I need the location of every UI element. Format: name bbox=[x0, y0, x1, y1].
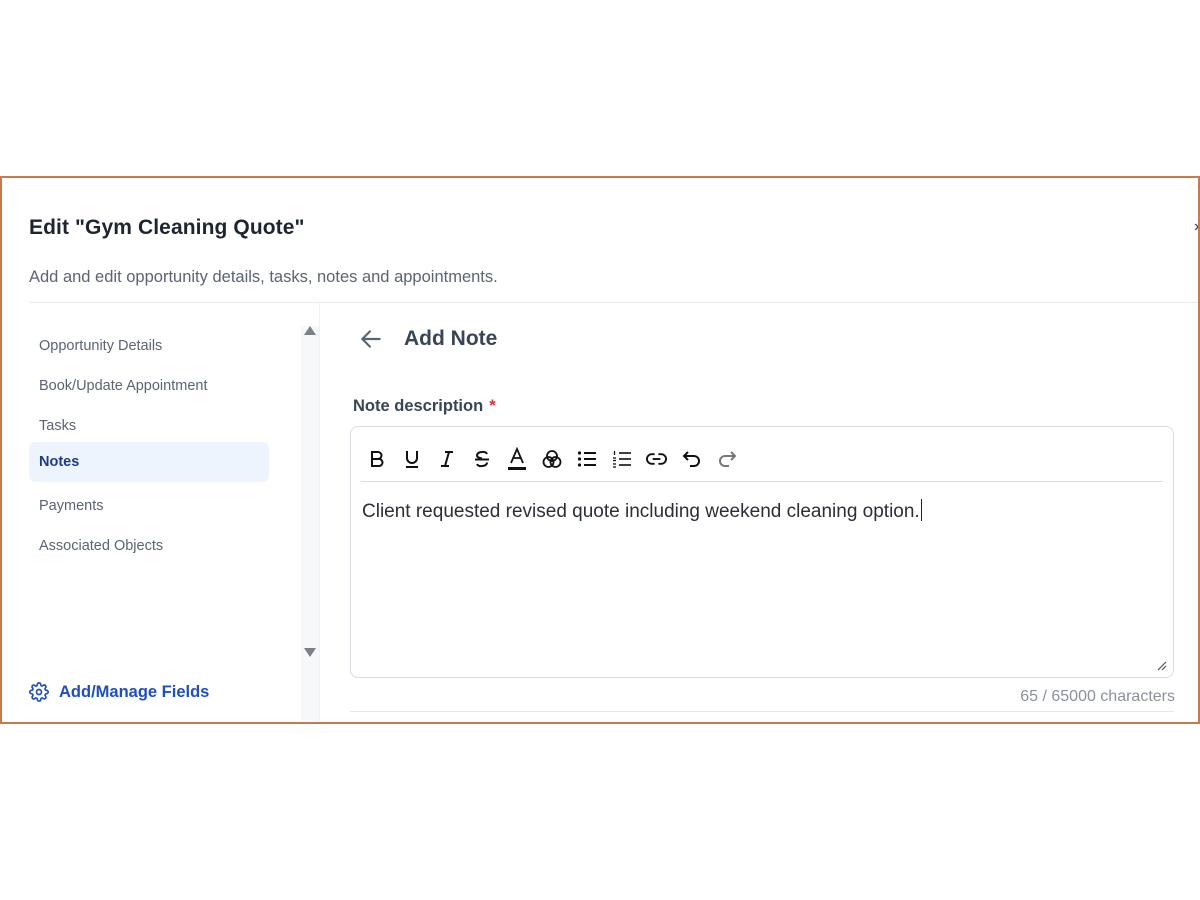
italic-icon[interactable] bbox=[436, 446, 457, 472]
sidebar-divider bbox=[319, 303, 320, 722]
note-text[interactable]: Client requested revised quote including… bbox=[362, 499, 922, 523]
add-note-header: Add Note bbox=[358, 326, 497, 352]
editor-toolbar bbox=[361, 437, 1163, 482]
note-description-label: Note description * bbox=[353, 397, 496, 416]
add-manage-fields-label: Add/Manage Fields bbox=[59, 682, 210, 701]
add-manage-fields-link[interactable]: Add/Manage Fields bbox=[29, 682, 209, 702]
resize-handle-icon[interactable] bbox=[1157, 661, 1167, 671]
scroll-up-icon[interactable] bbox=[304, 326, 316, 335]
highlight-color-icon[interactable] bbox=[541, 446, 562, 472]
bold-icon[interactable] bbox=[366, 446, 387, 472]
header-divider bbox=[29, 302, 1198, 303]
modal-subtitle: Add and edit opportunity details, tasks,… bbox=[29, 268, 498, 286]
strikethrough-icon[interactable] bbox=[471, 446, 492, 472]
edit-opportunity-modal: Edit "Gym Cleaning Quote" › Add and edit… bbox=[0, 176, 1200, 724]
back-arrow-icon[interactable] bbox=[358, 326, 384, 352]
content-divider bbox=[350, 711, 1174, 712]
gear-icon bbox=[29, 682, 49, 702]
scroll-down-icon[interactable] bbox=[304, 648, 316, 657]
redo-icon[interactable] bbox=[716, 446, 737, 472]
character-count: 65 / 65000 characters bbox=[1020, 688, 1175, 705]
undo-icon[interactable] bbox=[681, 446, 702, 472]
sidebar-scrollbar[interactable] bbox=[301, 326, 319, 722]
note-text-content: Client requested revised quote including… bbox=[362, 501, 920, 522]
sidebar-item-associated-objects[interactable]: Associated Objects bbox=[29, 526, 269, 566]
sidebar-item-opportunity-details[interactable]: Opportunity Details bbox=[29, 326, 269, 366]
sidebar-item-book-update-appointment[interactable]: Book/Update Appointment bbox=[29, 366, 269, 406]
required-marker: * bbox=[489, 397, 496, 415]
note-description-label-text: Note description bbox=[353, 397, 484, 415]
close-icon[interactable]: › bbox=[1194, 218, 1198, 236]
link-icon[interactable] bbox=[646, 446, 667, 472]
bullet-list-icon[interactable] bbox=[576, 446, 597, 472]
modal-title: Edit "Gym Cleaning Quote" bbox=[29, 216, 305, 239]
sidebar-item-notes[interactable]: Notes bbox=[29, 442, 269, 482]
text-caret bbox=[920, 499, 922, 521]
text-color-icon[interactable] bbox=[506, 446, 527, 472]
sidebar-nav: Opportunity Details Book/Update Appointm… bbox=[29, 326, 319, 722]
numbered-list-icon[interactable] bbox=[611, 446, 632, 472]
sidebar-item-payments[interactable]: Payments bbox=[29, 486, 269, 526]
note-editor[interactable]: Client requested revised quote including… bbox=[350, 426, 1174, 678]
sidebar-item-tasks[interactable]: Tasks bbox=[29, 406, 269, 446]
underline-icon[interactable] bbox=[401, 446, 422, 472]
page-title: Add Note bbox=[404, 327, 498, 350]
